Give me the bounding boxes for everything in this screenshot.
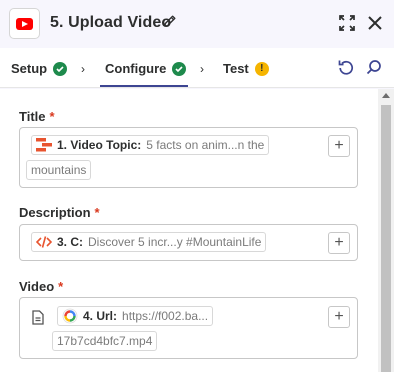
pill-key: 3. C: xyxy=(57,235,84,249)
pill-value: Discover 5 incr...y #MountainLife xyxy=(88,235,262,249)
youtube-icon xyxy=(16,17,33,30)
tab-label: Setup xyxy=(11,61,48,76)
step-header: 5. Upload Video xyxy=(0,0,394,48)
pill-key: 1. Video Topic: xyxy=(57,138,142,152)
required-mark: * xyxy=(49,109,55,124)
title-mapped-pill[interactable]: 1. Video Topic: 5 facts on anim...n the xyxy=(31,135,270,155)
expand-button[interactable] xyxy=(338,14,356,32)
pencil-icon[interactable] xyxy=(163,14,177,28)
ai-app-icon xyxy=(62,308,78,324)
field-label-video: Video * xyxy=(19,279,64,294)
tab-label: Configure xyxy=(105,61,167,76)
title-input[interactable]: 1. Video Topic: 5 facts on anim...n the … xyxy=(19,127,358,188)
pill-continuation: 17b7cd4bfc7.mp4 xyxy=(52,331,158,351)
tab-configure[interactable]: Configure xyxy=(105,61,187,76)
pill-value: https://f002.ba... xyxy=(122,309,209,323)
insert-data-button[interactable]: + xyxy=(328,135,350,157)
step-title[interactable]: 5. Upload Video xyxy=(50,14,171,32)
pill-continuation: mountains xyxy=(26,160,92,180)
chevron-right-icon: › xyxy=(81,62,85,76)
search-button[interactable] xyxy=(365,58,383,76)
tab-test[interactable]: Test ! xyxy=(223,61,269,76)
vertical-scrollbar[interactable] xyxy=(378,89,394,372)
pill-value: 5 facts on anim...n the xyxy=(146,138,265,152)
formatter-icon xyxy=(36,138,52,152)
warning-icon: ! xyxy=(254,61,269,76)
scrollbar-thumb[interactable] xyxy=(381,105,391,372)
file-icon xyxy=(32,310,44,325)
field-label-description: Description * xyxy=(19,205,100,220)
insert-data-button[interactable]: + xyxy=(328,232,350,254)
step-tabs: Setup › Configure › Test ! xyxy=(0,48,394,88)
search-icon xyxy=(366,60,381,75)
pill-key: 4. Url: xyxy=(83,309,118,323)
close-button[interactable] xyxy=(366,14,384,32)
configure-panel: Title * 1. Video Topic: 5 facts on anim..… xyxy=(0,89,394,372)
expand-icon xyxy=(339,15,355,31)
video-mapped-pill[interactable]: 4. Url: https://f002.ba... xyxy=(57,306,214,326)
check-icon xyxy=(53,61,68,76)
undo-button[interactable] xyxy=(337,58,355,76)
active-tab-indicator xyxy=(100,85,188,87)
tab-label: Test xyxy=(223,61,249,76)
description-mapped-pill[interactable]: 3. C: Discover 5 incr...y #MountainLife xyxy=(31,232,267,252)
required-mark: * xyxy=(94,205,100,220)
scroll-up-arrow-icon[interactable] xyxy=(382,93,390,98)
close-icon xyxy=(368,16,382,30)
chevron-right-icon: › xyxy=(200,62,204,76)
description-input[interactable]: 3. C: Discover 5 incr...y #MountainLife … xyxy=(19,224,358,261)
fields-area: Title * 1. Video Topic: 5 facts on anim..… xyxy=(0,89,378,372)
check-icon xyxy=(172,61,187,76)
video-input[interactable]: 4. Url: https://f002.ba... 17b7cd4bfc7.m… xyxy=(19,297,358,359)
field-label-title: Title * xyxy=(19,109,55,124)
insert-data-button[interactable]: + xyxy=(328,306,350,328)
undo-icon xyxy=(338,60,354,75)
app-icon-box xyxy=(9,8,40,39)
tab-setup[interactable]: Setup xyxy=(11,61,68,76)
code-icon xyxy=(36,236,52,248)
required-mark: * xyxy=(58,279,64,294)
